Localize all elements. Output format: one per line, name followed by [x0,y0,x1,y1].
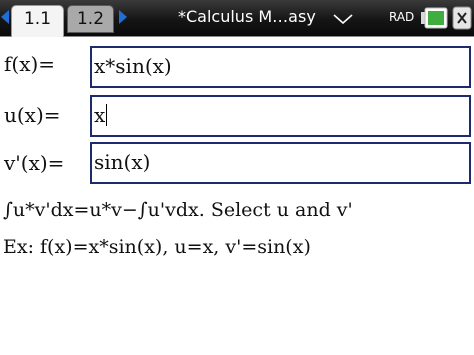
close-icon[interactable] [452,6,472,30]
example-text: Ex: f(x)=x*sin(x), u=x, v'=sin(x) [3,236,311,258]
v-prime-input[interactable]: sin(x) [90,142,471,184]
f-label: f(x)= [4,52,56,76]
tab-label: 1.2 [76,9,105,29]
v-prime-input-value: sin(x) [94,150,151,174]
u-input-value: x [94,103,106,127]
angle-mode-indicator: RAD [389,10,415,24]
dropdown-icon[interactable] [333,14,353,24]
tab-1-2[interactable]: 1.2 [67,5,114,33]
u-input[interactable]: x [90,95,471,137]
f-input[interactable]: x*sin(x) [90,46,471,88]
battery-icon [421,7,448,29]
arrow-left-icon[interactable] [1,10,9,24]
tab-label: 1.1 [23,9,52,29]
text-cursor [106,104,108,126]
u-label: u(x)= [4,103,61,127]
tab-1-1[interactable]: 1.1 [11,5,64,37]
arrow-right-icon[interactable] [119,10,127,24]
instructions-text: ∫u*v'dx=u*v−∫u'vdx. Select u and v' [3,199,353,221]
document-toolbar: 1.1 1.2 *Calculus M…asy RAD [0,0,474,37]
f-input-value: x*sin(x) [94,54,172,78]
v-prime-label: v'(x)= [4,151,65,175]
